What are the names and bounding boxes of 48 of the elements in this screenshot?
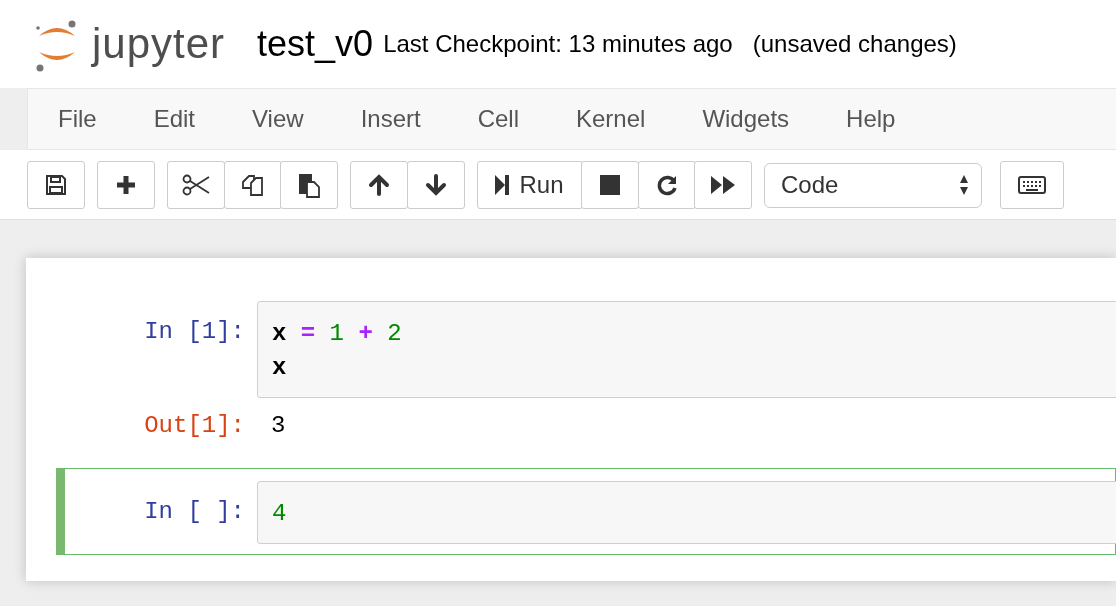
code-line: x = 1 + 2 [272, 319, 403, 349]
menu-item[interactable]: File [58, 105, 97, 133]
stop-icon [600, 175, 621, 195]
plus-icon [115, 174, 137, 196]
code-input[interactable]: x = 1 + 2 x [257, 301, 1116, 398]
arrow-down-icon [424, 174, 447, 196]
code-line: x [272, 353, 288, 383]
input-prompt: In [ ]: [143, 497, 246, 525]
input-prompt: In [1]: [143, 317, 246, 345]
cell-type-dropdown[interactable]: Code [764, 162, 983, 208]
run-all-button[interactable] [694, 161, 753, 209]
code-cell[interactable]: In [1]: x = 1 + 2 x Out[1]: 3 [56, 300, 1116, 452]
menu-item[interactable]: View [252, 105, 304, 133]
stop-button[interactable] [581, 161, 640, 209]
move-down-button[interactable] [406, 161, 465, 209]
notebook-name[interactable]: test_v0 [257, 23, 374, 65]
move-up-button[interactable] [350, 161, 408, 209]
code-line: 4 [272, 499, 288, 529]
cell-output: 3 [270, 411, 286, 439]
step-forward-icon [493, 174, 510, 196]
code-cell[interactable]: In [ ]: 4 [56, 468, 1116, 555]
menu-item[interactable]: Cell [477, 105, 519, 133]
paste-icon [297, 172, 321, 198]
code-input[interactable]: 4 [257, 481, 1116, 544]
paste-button[interactable] [280, 161, 338, 209]
restart-button[interactable] [637, 161, 696, 209]
checkpoint-status: Last Checkpoint: 13 minutes ago [383, 30, 733, 58]
save-button[interactable] [27, 161, 85, 209]
menu-item[interactable]: Edit [153, 105, 196, 133]
logo-text[interactable]: jupyter [92, 20, 226, 68]
menu-item[interactable]: Kernel [576, 105, 646, 133]
copy-icon [240, 173, 265, 197]
save-status: (unsaved changes) [752, 30, 957, 58]
scissors-icon [182, 174, 210, 196]
output-prompt: Out[1]: [143, 411, 246, 439]
add-cell-button[interactable] [97, 161, 155, 209]
cut-button[interactable] [167, 161, 225, 209]
keyboard-icon [1018, 176, 1047, 194]
up-down-caret-icon [959, 174, 970, 196]
refresh-icon [655, 174, 678, 196]
menu-item[interactable]: Widgets [702, 105, 790, 133]
arrow-up-icon [368, 174, 390, 196]
menu-item[interactable]: Insert [360, 105, 421, 133]
run-button[interactable]: Run [476, 161, 583, 209]
menu-item[interactable]: Help [846, 105, 896, 133]
fast-forward-icon [710, 175, 737, 195]
keyboard-shortcuts-button[interactable] [1000, 161, 1065, 209]
copy-button[interactable] [223, 161, 282, 209]
